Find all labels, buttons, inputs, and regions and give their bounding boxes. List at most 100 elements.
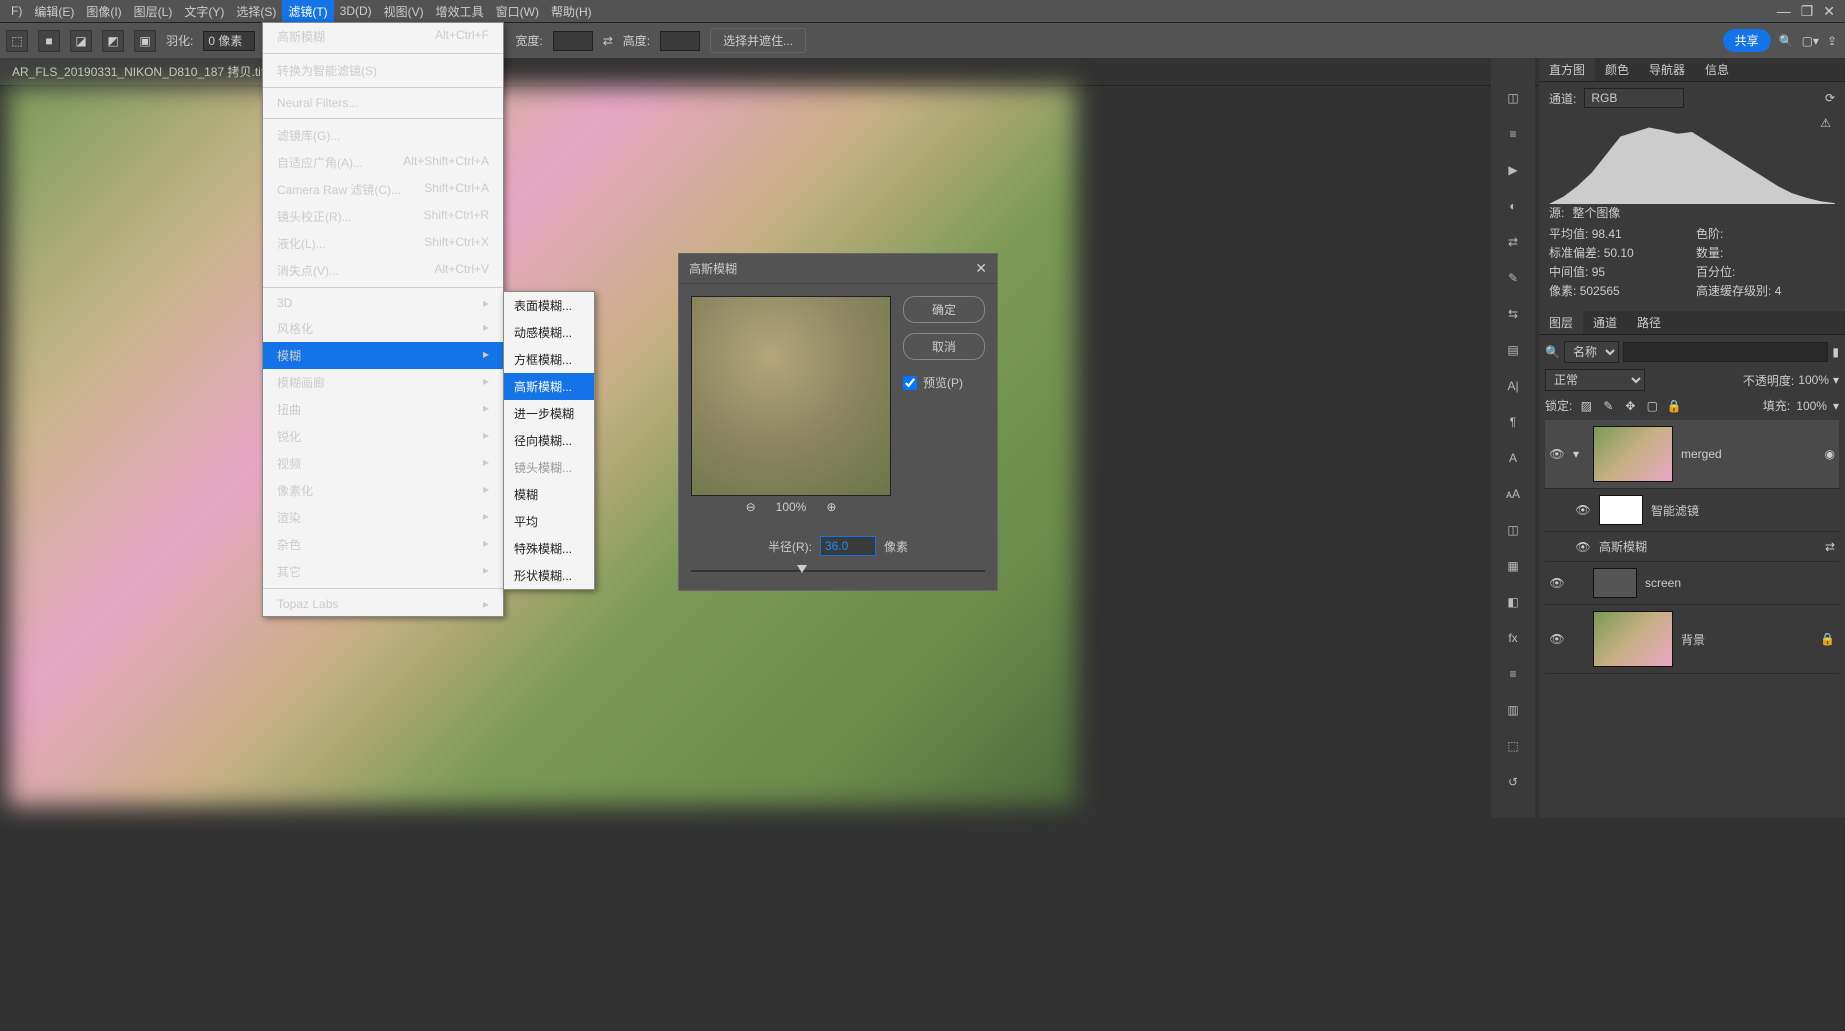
menu-item[interactable]: 滤镜库(G)... [263, 122, 503, 149]
menu-item-last-filter[interactable]: 高斯模糊Alt+Ctrl+F [263, 23, 503, 50]
panel-icon[interactable]: ▥ [1503, 700, 1523, 720]
tab-histogram[interactable]: 直方图 [1539, 58, 1595, 81]
layer-search-input[interactable] [1623, 342, 1828, 362]
tab-color[interactable]: 颜色 [1595, 58, 1639, 81]
intersect-selection-icon[interactable]: ▣ [134, 30, 156, 52]
close-icon[interactable]: ✕ [975, 260, 987, 277]
panel-icon[interactable]: ≡ [1503, 664, 1523, 684]
width-input[interactable] [553, 31, 593, 51]
panel-icon[interactable]: ◫ [1503, 520, 1523, 540]
workspace-icon[interactable]: ▢▾ [1802, 34, 1819, 48]
layer-item-merged[interactable]: 👁 ▾ merged ◉ [1545, 420, 1839, 489]
layer-item-background[interactable]: 👁 背景 🔒 [1545, 605, 1839, 674]
menu-image[interactable]: 图像(I) [80, 0, 127, 22]
share-button[interactable]: 共享 [1723, 29, 1771, 52]
menu-item[interactable]: 3D▸ [263, 291, 503, 315]
channel-select[interactable]: RGB [1584, 88, 1684, 108]
submenu-item[interactable]: 径向模糊... [504, 427, 594, 454]
menu-edit[interactable]: 编辑(E) [28, 0, 80, 22]
layer-thumb[interactable] [1593, 568, 1637, 598]
menu-item[interactable]: 风格化▸ [263, 315, 503, 342]
menu-file[interactable]: F) [5, 0, 28, 22]
menu-item[interactable]: 其它▸ [263, 558, 503, 585]
visibility-icon[interactable]: 👁 [1549, 632, 1565, 646]
window-close-icon[interactable]: ✕ [1823, 3, 1835, 20]
menu-type[interactable]: 文字(Y) [178, 0, 230, 22]
swap-icon[interactable]: ⇄ [603, 34, 613, 48]
panel-icon[interactable]: ⬚ [1503, 736, 1523, 756]
filter-toggle[interactable]: ▮ [1832, 345, 1839, 359]
preview-area[interactable] [691, 296, 891, 496]
blend-options-icon[interactable]: ⇄ [1825, 540, 1835, 554]
filter-type-select[interactable]: 名称 [1564, 341, 1619, 363]
zoom-in-icon[interactable]: ⊕ [826, 500, 836, 514]
lock-artboard-icon[interactable]: ▢ [1644, 398, 1660, 414]
panel-icon[interactable]: ◫ [1503, 88, 1523, 108]
menu-item[interactable]: 视频▸ [263, 450, 503, 477]
menu-item[interactable]: 液化(L)...Shift+Ctrl+X [263, 230, 503, 257]
blend-mode-select[interactable]: 正常 [1545, 369, 1645, 391]
tab-channels[interactable]: 通道 [1583, 311, 1627, 334]
preview-checkbox[interactable]: 预览(P) [903, 374, 985, 391]
menu-filter[interactable]: 滤镜(T) [282, 0, 333, 22]
panel-icon[interactable]: ◐ [1503, 196, 1523, 216]
submenu-item[interactable]: 形状模糊... [504, 562, 594, 589]
search-icon[interactable]: 🔍 [1779, 34, 1794, 48]
tab-info[interactable]: 信息 [1695, 58, 1739, 81]
menu-item[interactable]: 镜头校正(R)...Shift+Ctrl+R [263, 203, 503, 230]
panel-icon[interactable]: ᴀA [1503, 484, 1523, 504]
lock-position-icon[interactable]: ✥ [1622, 398, 1638, 414]
menu-plugins[interactable]: 增效工具 [430, 0, 490, 22]
panel-icon[interactable]: fx [1503, 628, 1523, 648]
menu-window[interactable]: 窗口(W) [490, 0, 545, 22]
panel-icon[interactable]: ≡ [1503, 124, 1523, 144]
submenu-item-gaussian[interactable]: 高斯模糊... [504, 373, 594, 400]
select-and-mask-button[interactable]: 选择并遮住... [710, 28, 806, 53]
visibility-icon[interactable]: 👁 [1549, 447, 1565, 461]
menu-item[interactable]: Camera Raw 滤镜(C)...Shift+Ctrl+A [263, 176, 503, 203]
visibility-icon[interactable]: 👁 [1549, 576, 1565, 590]
feather-input[interactable] [203, 31, 255, 51]
visibility-icon[interactable]: 👁 [1575, 540, 1591, 554]
tab-navigator[interactable]: 导航器 [1639, 58, 1695, 81]
menu-item[interactable]: 模糊画廊▸ [263, 369, 503, 396]
cancel-button[interactable]: 取消 [903, 333, 985, 360]
expand-icon[interactable]: ▾ [1573, 447, 1585, 461]
smart-filter-icon[interactable]: ◉ [1825, 447, 1835, 461]
menu-item-topaz[interactable]: Topaz Labs▸ [263, 592, 503, 616]
panel-icon[interactable]: ▤ [1503, 340, 1523, 360]
window-min-icon[interactable]: — [1777, 3, 1791, 19]
new-selection-icon[interactable]: ■ [38, 30, 60, 52]
add-selection-icon[interactable]: ◪ [70, 30, 92, 52]
visibility-icon[interactable]: 👁 [1575, 503, 1591, 517]
menu-item-convert-smart[interactable]: 转换为智能滤镜(S) [263, 57, 503, 84]
menu-item[interactable]: 锐化▸ [263, 423, 503, 450]
warning-icon[interactable]: ⚠ [1820, 116, 1831, 130]
submenu-item[interactable]: 进一步模糊 [504, 400, 594, 427]
height-input[interactable] [660, 31, 700, 51]
menu-item[interactable]: 自适应广角(A)...Alt+Shift+Ctrl+A [263, 149, 503, 176]
menu-item[interactable]: 扭曲▸ [263, 396, 503, 423]
lock-all-icon[interactable]: 🔒 [1666, 398, 1682, 414]
tab-paths[interactable]: 路径 [1627, 311, 1671, 334]
submenu-item[interactable]: 方框模糊... [504, 346, 594, 373]
menu-item-blur[interactable]: 模糊▸ [263, 342, 503, 369]
opacity-value[interactable]: 100% [1798, 373, 1829, 387]
marquee-tool-icon[interactable]: ⬚ [6, 30, 28, 52]
window-max-icon[interactable]: ❐ [1801, 3, 1814, 20]
submenu-item[interactable]: 镜头模糊... [504, 454, 594, 481]
export-icon[interactable]: ⇪ [1827, 34, 1837, 48]
panel-icon[interactable]: ⇆ [1503, 304, 1523, 324]
chevron-down-icon[interactable]: ▾ [1833, 399, 1839, 413]
search-icon[interactable]: 🔍 [1545, 345, 1560, 359]
menu-help[interactable]: 帮助(H) [545, 0, 598, 22]
panel-icon[interactable]: A| [1503, 376, 1523, 396]
preview-checkbox-input[interactable] [903, 376, 917, 390]
submenu-item[interactable]: 表面模糊... [504, 292, 594, 319]
ok-button[interactable]: 确定 [903, 296, 985, 323]
refresh-icon[interactable]: ⟳ [1825, 91, 1835, 105]
lock-pixels-icon[interactable]: ✎ [1600, 398, 1616, 414]
layer-thumb[interactable] [1593, 611, 1673, 667]
subtract-selection-icon[interactable]: ◩ [102, 30, 124, 52]
menu-item[interactable]: 杂色▸ [263, 531, 503, 558]
